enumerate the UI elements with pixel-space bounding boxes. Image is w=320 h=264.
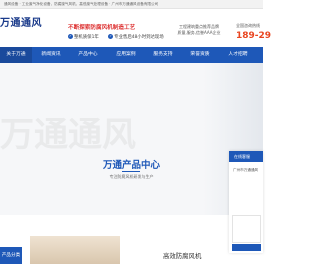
promise-warranty: ✓ 整机质保1年 <box>68 34 99 40</box>
promise-row: ✓ 整机质保1年 ✓ 专业售后48小时到达现场 <box>68 34 172 40</box>
title-divider <box>122 171 140 172</box>
hotline-number[interactable]: 189-29 <box>236 31 271 41</box>
chat-title[interactable]: 在线客服 <box>229 151 263 162</box>
product-thumbnail[interactable] <box>30 236 120 264</box>
nav-item-products[interactable]: 产品中心 <box>72 47 104 63</box>
hero-banner: 万通通风 <box>0 63 263 215</box>
slogan-prefix: 不断探索 <box>68 25 91 31</box>
site-logo[interactable]: 万通通风 <box>0 14 42 29</box>
promise-warranty-label: 整机质保1年 <box>74 35 99 40</box>
promise-aftersales: ✓ 专业售后48小时到达现场 <box>108 34 164 40</box>
hotline-label: 全国咨询热线 <box>236 23 260 28</box>
slogan-brand: 防腐风机 <box>90 25 113 31</box>
nav-item-service[interactable]: 服务支持 <box>147 47 179 63</box>
main-nav: 关于万通 新闻资讯 产品中心 应用案例 服务支持 荣誉资质 人才招聘 <box>0 47 263 63</box>
header-slogan: 不断探索防腐风机制造工艺 <box>68 23 135 31</box>
check-icon: ✓ <box>68 34 73 39</box>
check-icon: ✓ <box>108 34 114 39</box>
top-info-bar: 通风设备 · 工业废气净化设备，防腐废气风机，高低废气处理设备 · 广州市万通通… <box>0 0 263 9</box>
engineering-line-2: 质量,服务,信誉AAA企业 <box>177 30 221 35</box>
site-header: 万通通风 不断探索防腐风机制造工艺 ✓ 整机质保1年 ✓ 专业售后48小时到达现场 … <box>0 10 271 46</box>
chat-send-button[interactable] <box>232 244 261 251</box>
featured-product-name[interactable]: 高效防腐风机 <box>163 251 201 260</box>
promise-aftersales-label: 专业售后48小时到达现场 <box>114 35 164 40</box>
nav-item-about[interactable]: 关于万通 <box>0 47 32 63</box>
nav-item-honors[interactable]: 荣誉资质 <box>184 47 216 63</box>
nav-item-cases[interactable]: 应用案例 <box>110 47 142 63</box>
top-info-text: 通风设备 · 工业废气净化设备，防腐废气风机，高低废气处理设备 · 广州市万通通… <box>4 2 159 6</box>
engineering-recommendation: 工程建筑重点推荐品牌 质量,服务,信誉AAA企业 <box>168 24 230 36</box>
category-tab[interactable]: 产品分类 <box>0 247 22 264</box>
chat-message: 广州市万通通风 <box>233 168 259 172</box>
products-section-subtitle: 专注防腐风机研发与生产 <box>109 174 154 179</box>
nav-item-careers[interactable]: 人才招聘 <box>222 47 254 63</box>
slogan-suffix: 制造工艺 <box>112 25 136 31</box>
chat-input[interactable] <box>232 215 261 243</box>
nav-item-news[interactable]: 新闻资讯 <box>35 47 67 63</box>
products-section-title: 万通产品中心 <box>102 160 160 171</box>
online-chat-widget[interactable]: 在线客服 广州市万通通风 <box>229 151 263 253</box>
